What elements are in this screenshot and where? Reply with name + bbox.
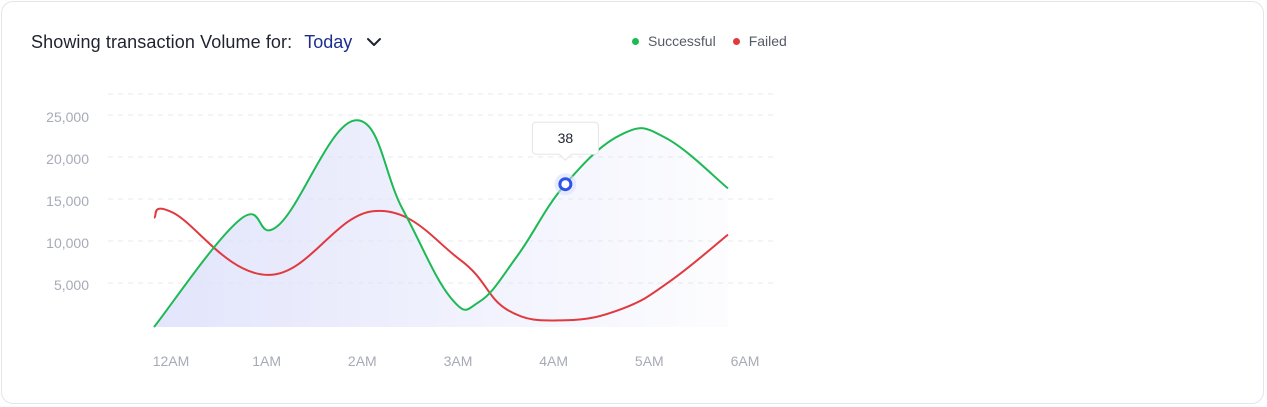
x-tick-label: 1AM <box>252 353 281 369</box>
y-tick-label: 15,000 <box>46 193 89 209</box>
successful-area <box>154 120 728 327</box>
tooltip-value: 38 <box>558 130 574 146</box>
tooltip-marker-point <box>558 177 573 192</box>
x-tick-label: 12AM <box>153 353 190 369</box>
y-tick-label: 25,000 <box>46 109 89 125</box>
line-chart: 5,000 10,000 15,000 20,000 25,000 12AM 1AM 2AM 3… <box>46 93 776 369</box>
x-tick-label: 3AM <box>444 353 473 369</box>
y-tick-label: 5,000 <box>54 277 89 293</box>
y-tick-label: 10,000 <box>46 235 89 251</box>
x-tick-label: 4AM <box>539 353 568 369</box>
x-tick-label: 2AM <box>348 353 377 369</box>
x-tick-label: 6AM <box>731 353 760 369</box>
x-tick-label: 5AM <box>635 353 664 369</box>
y-tick-label: 20,000 <box>46 151 89 167</box>
